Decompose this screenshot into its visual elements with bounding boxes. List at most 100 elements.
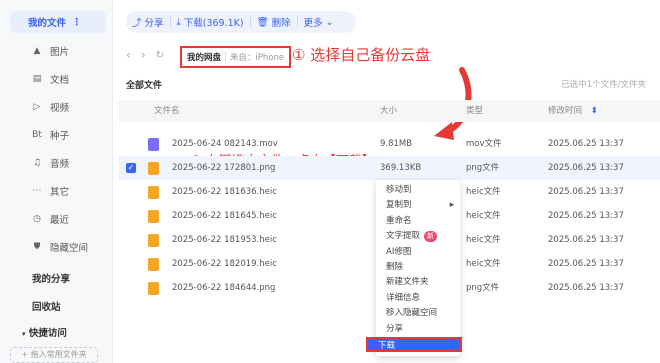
download-icon: ⤓ xyxy=(176,16,181,28)
col-modified-label: 修改时间 xyxy=(548,106,583,116)
back-icon[interactable]: ‹ xyxy=(126,48,131,62)
menu-item-3[interactable]: 文字提取新 xyxy=(376,229,460,244)
sidebar-item-1[interactable]: ▤ 文档 xyxy=(10,68,106,90)
col-name[interactable]: 文件名 xyxy=(154,100,180,122)
quick-label: 快捷访问 xyxy=(28,328,67,339)
sidebar-item-6[interactable]: ◷ 最近 xyxy=(10,208,106,230)
cell-name: 2025-06-22 182019.heic xyxy=(172,259,277,269)
breadcrumb-source: 来自：iPhone xyxy=(229,53,285,63)
cell-type: heic文件 xyxy=(466,211,501,221)
table-row[interactable]: ✓ 2025-06-22 172801.png 369.13KB png文件 2025.… xyxy=(118,156,660,180)
cell-type: mov文件 xyxy=(466,139,502,149)
menu-item-10[interactable]: 下载 xyxy=(366,337,462,352)
forward-icon[interactable]: › xyxy=(141,48,146,62)
menu-item-8[interactable]: 移入隐藏空间 xyxy=(376,306,460,321)
menu-item-6[interactable]: 新建文件夹 xyxy=(376,275,460,290)
sidebar-item-label: 其它 xyxy=(50,187,70,198)
image-file-icon xyxy=(148,162,159,175)
sidebar-item-7[interactable]: ⛊ 隐藏空间 xyxy=(10,236,106,258)
row-checkbox[interactable] xyxy=(126,283,138,295)
menu-item-label: 移入隐藏空间 xyxy=(386,308,438,319)
more-button[interactable]: 更多 ⌄ xyxy=(298,15,340,30)
breadcrumb-root[interactable]: 我的网盘 xyxy=(187,51,221,63)
sidebar-item-label: 种子 xyxy=(50,131,70,142)
sidebar-item-5[interactable]: ⋯ 其它 xyxy=(10,180,106,202)
menu-item-label: 分享 xyxy=(386,323,404,334)
cell-type: png文件 xyxy=(466,283,500,293)
sidebar-item-quick[interactable]: ▾ 快捷访问 xyxy=(22,325,67,339)
sidebar-item-4[interactable]: ♫ 音频 xyxy=(10,152,106,174)
sidebar-item-share[interactable]: 我的分享 xyxy=(32,271,70,285)
selection-info: 已选中1个文件/文件夹 xyxy=(561,80,646,90)
sidebar-item-label: 文档 xyxy=(50,75,70,86)
add-quick-button[interactable]: + 拖入常用文件夹 xyxy=(10,347,98,363)
menu-item-label: 删除 xyxy=(386,262,404,272)
annotation-step1: ① 选择自己备份云盘 xyxy=(292,46,431,64)
document-icon: ▤ xyxy=(32,74,42,84)
row-checkbox[interactable]: ✓ xyxy=(126,163,136,173)
audio-icon: ♫ xyxy=(32,158,42,168)
cell-name: 2025-06-22 181645.heic xyxy=(172,211,277,221)
breadcrumb: 我的网盘 | 来自：iPhone xyxy=(180,46,292,68)
cell-name: 2025-06-22 172801.png xyxy=(172,163,276,173)
video-icon: ▷ xyxy=(33,102,41,112)
menu-item-9[interactable]: 分享 xyxy=(376,322,460,337)
image-file-icon xyxy=(148,234,159,247)
sidebar-item-label: 最近 xyxy=(50,215,70,226)
nav-controls: ‹ › ↻ xyxy=(126,44,164,66)
image-file-icon xyxy=(148,186,159,199)
folder-icon xyxy=(10,17,20,27)
share-button[interactable]: ⤴ 分享 xyxy=(126,15,170,29)
table-row[interactable]: 2025-06-24 082143.mov 9.81MB mov文件 2025.06.… xyxy=(118,132,660,156)
chevron-right-icon: ▸ xyxy=(449,200,454,211)
image-file-icon xyxy=(148,282,159,295)
sidebar-item-label: 音频 xyxy=(50,159,70,170)
image-icon: ▲ xyxy=(33,46,41,56)
refresh-icon[interactable]: ↻ xyxy=(156,50,164,61)
col-size[interactable]: 大小 xyxy=(380,100,397,122)
menu-item-1[interactable]: 复制到 ▸ xyxy=(376,198,460,213)
row-checkbox[interactable] xyxy=(126,235,138,247)
menu-dots-icon[interactable]: ⋮ xyxy=(72,17,82,28)
cell-size: 369.13KB xyxy=(380,163,422,173)
video-file-icon xyxy=(148,138,159,151)
cell-date: 2025.06.25 13:37 xyxy=(548,283,624,293)
sidebar-item-2[interactable]: ▷ 视频 xyxy=(10,96,106,118)
menu-item-label: AI修图 xyxy=(386,246,412,257)
col-type[interactable]: 类型 xyxy=(466,100,483,122)
page-title: 全部文件 xyxy=(126,81,163,91)
menu-item-label: 下载 xyxy=(378,341,396,351)
menu-item-label: 新建文件夹 xyxy=(386,277,429,288)
sidebar-item-recycle[interactable]: 回收站 xyxy=(32,299,61,313)
sidebar-item-3[interactable]: Bt 种子 xyxy=(10,124,106,146)
share-icon: ⤴ xyxy=(132,18,142,29)
row-checkbox[interactable] xyxy=(126,259,138,271)
cell-date: 2025.06.25 13:37 xyxy=(548,187,624,197)
torrent-icon: Bt xyxy=(32,130,42,140)
cell-type: heic文件 xyxy=(466,235,501,245)
menu-item-7[interactable]: 详细信息 xyxy=(376,291,460,306)
row-checkbox[interactable] xyxy=(126,139,138,151)
sidebar-myfiles-label: 我的文件 xyxy=(28,18,67,29)
sidebar-item-myfiles[interactable]: 我的文件 ⋮ xyxy=(10,11,106,33)
menu-item-5[interactable]: 删除 xyxy=(376,260,460,275)
select-all-checkbox[interactable] xyxy=(126,100,136,122)
download-button[interactable]: ⤓ 下载(369.1K) xyxy=(171,15,250,30)
col-modified[interactable]: 修改时间 ⬍ xyxy=(548,100,598,122)
sidebar: 我的文件 ⋮ ▲ 图片 ▤ 文档 ▷ 视频 Bt 种子 ♫ 音频 ⋯ 其它 ◷ 最近 ⛊ 隐藏空间 我的分享 … xyxy=(0,0,113,363)
menu-item-label: 文字提取 xyxy=(386,231,421,242)
row-checkbox[interactable] xyxy=(126,187,138,199)
chevron-down-icon: ▾ xyxy=(22,330,26,338)
row-checkbox[interactable] xyxy=(126,211,138,223)
menu-item-0[interactable]: 移动到 xyxy=(376,183,460,198)
delete-label: 删除 xyxy=(271,18,291,29)
sidebar-item-0[interactable]: ▲ 图片 xyxy=(10,40,106,62)
sort-icon[interactable]: ⬍ xyxy=(591,106,598,116)
cell-name: 2025-06-22 181636.heic xyxy=(172,187,277,197)
menu-item-2[interactable]: 重命名 xyxy=(376,214,460,229)
breadcrumb-sep: | xyxy=(224,52,227,62)
sidebar-item-label: 视频 xyxy=(50,103,70,114)
menu-item-4[interactable]: AI修图 xyxy=(376,245,460,260)
delete-button[interactable]: 🗑 删除 xyxy=(251,15,297,30)
cell-date: 2025.06.25 13:37 xyxy=(548,139,624,149)
